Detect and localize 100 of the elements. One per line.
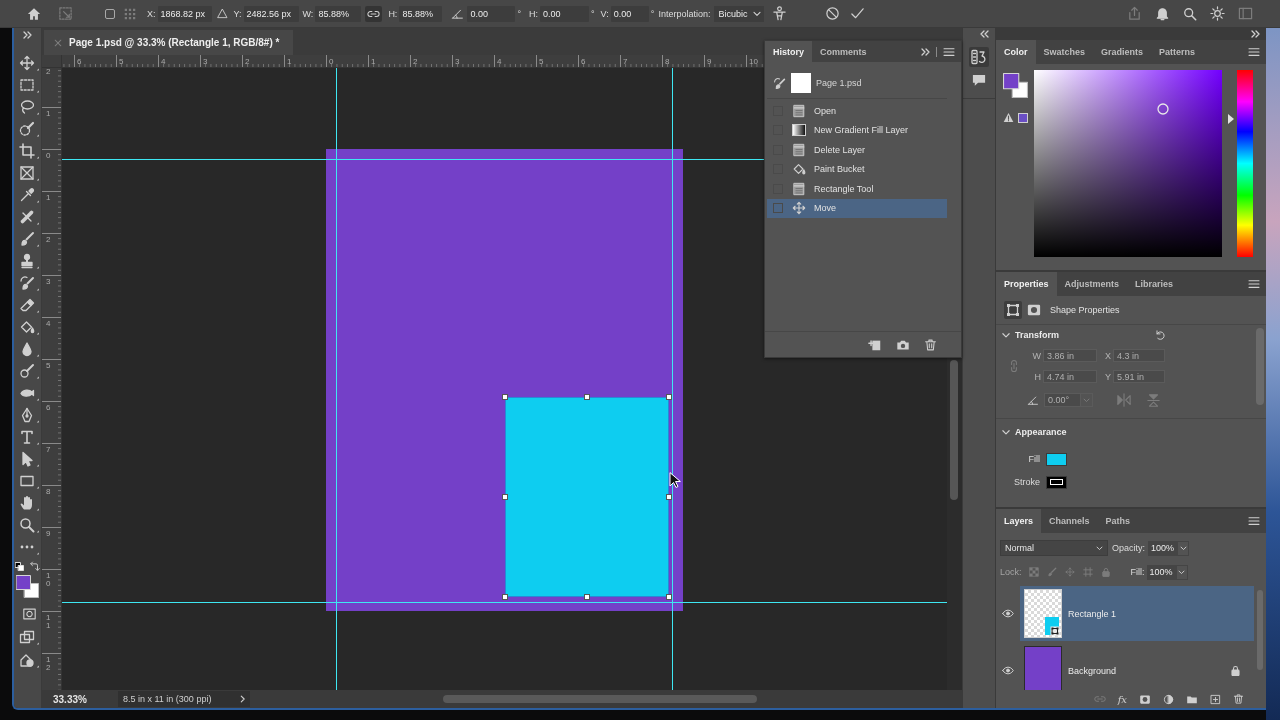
hue-slider[interactable] bbox=[1228, 70, 1253, 257]
layer-row[interactable]: Rectangle 1 bbox=[1020, 586, 1254, 641]
collapse-icon[interactable] bbox=[921, 47, 930, 56]
history-state[interactable]: New Gradient Fill Layer bbox=[767, 120, 947, 140]
eye-icon[interactable] bbox=[1002, 666, 1014, 675]
new-layer-icon[interactable] bbox=[1210, 693, 1221, 705]
drop-icon[interactable] bbox=[19, 341, 39, 357]
fill-field[interactable]: 100% bbox=[1146, 564, 1176, 580]
panel-tab[interactable]: Libraries bbox=[1127, 272, 1182, 296]
history-source-checkbox[interactable] bbox=[773, 203, 783, 214]
transform-handle[interactable] bbox=[666, 594, 672, 600]
transform-handle[interactable] bbox=[666, 394, 672, 400]
collapse-icon[interactable] bbox=[1251, 30, 1260, 38]
history-brush-icon[interactable] bbox=[19, 275, 39, 291]
lock-icon[interactable] bbox=[1230, 665, 1241, 676]
rectangular-marquee-icon[interactable] bbox=[19, 77, 39, 93]
layer-style-button[interactable]: fx bbox=[1117, 693, 1127, 705]
color-swatches-icon[interactable] bbox=[15, 575, 39, 598]
delta-icon[interactable] bbox=[216, 8, 228, 19]
eraser-icon[interactable] bbox=[19, 297, 39, 313]
reference-point-checkbox[interactable] bbox=[105, 8, 115, 19]
fill-color-swatch[interactable] bbox=[1046, 452, 1067, 466]
fill-dropdown[interactable] bbox=[1175, 564, 1188, 580]
home-icon[interactable] bbox=[27, 6, 41, 21]
trash-icon[interactable] bbox=[1233, 693, 1244, 705]
layer-row[interactable]: Background bbox=[1020, 643, 1254, 690]
reset-icon[interactable] bbox=[1154, 329, 1166, 341]
link-proportions-button[interactable] bbox=[365, 5, 383, 22]
transform-handle[interactable] bbox=[666, 494, 672, 500]
transform-handle[interactable] bbox=[502, 594, 508, 600]
dodge-icon[interactable] bbox=[19, 363, 39, 379]
interpolation-dropdown[interactable]: Bicubic bbox=[714, 5, 765, 22]
eyedropper-icon[interactable] bbox=[19, 187, 39, 203]
magnifier-icon[interactable] bbox=[19, 517, 39, 533]
web-color-swatch[interactable] bbox=[1018, 112, 1028, 123]
lasso-icon[interactable] bbox=[19, 99, 39, 115]
figure-icon[interactable] bbox=[772, 6, 788, 21]
comment-icon[interactable] bbox=[971, 73, 987, 88]
history-state[interactable]: Paint Bucket bbox=[767, 159, 947, 179]
transform-handle[interactable] bbox=[502, 394, 508, 400]
transform-handle[interactable] bbox=[584, 394, 590, 400]
snapshot-thumbnail[interactable] bbox=[791, 73, 811, 93]
history-state[interactable]: Move bbox=[767, 198, 947, 218]
bell-icon[interactable] bbox=[1155, 6, 1170, 21]
swap-colors-icon[interactable] bbox=[30, 561, 40, 571]
color-swatches-icon[interactable] bbox=[1003, 73, 1028, 98]
brush-icon[interactable] bbox=[19, 231, 39, 247]
collapse-icon[interactable] bbox=[980, 30, 989, 38]
menu-icon[interactable] bbox=[1248, 279, 1260, 289]
history-icon[interactable] bbox=[969, 47, 989, 67]
color-field[interactable] bbox=[1034, 70, 1222, 257]
panel-tab[interactable]: Patterns bbox=[1151, 40, 1204, 64]
hand-icon[interactable] bbox=[19, 495, 39, 511]
quick-selection-icon[interactable] bbox=[19, 121, 39, 137]
opacity-dropdown[interactable] bbox=[1177, 540, 1190, 556]
pen-icon[interactable] bbox=[19, 407, 39, 423]
menu-icon[interactable] bbox=[1248, 47, 1260, 57]
caret-down-icon[interactable] bbox=[1002, 428, 1010, 436]
angle-icon[interactable] bbox=[1027, 394, 1039, 406]
shape-properties-icon[interactable] bbox=[1004, 301, 1022, 319]
scrollbar-thumb[interactable] bbox=[443, 695, 757, 703]
adjustment-icon[interactable] bbox=[1163, 693, 1174, 705]
panel-tab[interactable]: Adjustments bbox=[1056, 272, 1128, 296]
scrollbar-thumb[interactable] bbox=[950, 360, 958, 500]
expand-toolbar-icon[interactable] bbox=[23, 31, 32, 39]
stroke-color-swatch[interactable] bbox=[1046, 475, 1067, 489]
angle-icon[interactable] bbox=[451, 7, 465, 20]
trash-icon[interactable] bbox=[924, 337, 937, 352]
eye-icon[interactable] bbox=[1002, 609, 1014, 618]
history-state[interactable]: Rectangle Tool bbox=[767, 179, 947, 199]
mask-icon[interactable] bbox=[1139, 693, 1151, 705]
blend-mode-dropdown[interactable]: Normal bbox=[1000, 540, 1108, 556]
width-field[interactable]: 85.88% bbox=[315, 5, 362, 22]
screen-mode-icon[interactable] bbox=[19, 628, 39, 645]
sun-icon[interactable] bbox=[1210, 6, 1225, 21]
document-tab[interactable]: Page 1.psd @ 33.3% (Rectangle 1, RGB/8#) * bbox=[44, 30, 294, 55]
history-state[interactable]: Open bbox=[767, 101, 947, 121]
transform-handle[interactable] bbox=[502, 494, 508, 500]
stamp-icon[interactable] bbox=[19, 253, 39, 269]
layer-thumbnail[interactable] bbox=[1024, 646, 1062, 690]
rectangle-icon[interactable] bbox=[19, 473, 39, 489]
panel-tab[interactable]: Properties bbox=[996, 272, 1057, 296]
vertical-skew-field[interactable]: 0.00 bbox=[610, 5, 649, 22]
frame-icon[interactable] bbox=[19, 165, 39, 181]
chevron-right-icon[interactable] bbox=[240, 695, 245, 703]
move-icon[interactable] bbox=[19, 55, 39, 71]
panel-tab[interactable]: Comments bbox=[812, 41, 875, 62]
type-icon[interactable] bbox=[19, 429, 39, 445]
menu-icon[interactable] bbox=[1248, 516, 1260, 526]
paint-bucket-icon[interactable] bbox=[19, 319, 39, 335]
panel-tab[interactable]: Paths bbox=[1097, 509, 1139, 533]
document-info-button[interactable]: 8.5 in x 11 in (300 ppi) bbox=[118, 691, 250, 707]
panel-tab[interactable]: Swatches bbox=[1035, 40, 1094, 64]
menu-icon[interactable] bbox=[943, 46, 955, 57]
transform-handle[interactable] bbox=[584, 594, 590, 600]
folder-icon[interactable] bbox=[1186, 693, 1198, 705]
height-field[interactable]: 85.88% bbox=[399, 5, 443, 22]
checkerboard-icon[interactable] bbox=[1028, 567, 1039, 577]
x-field[interactable]: 1868.82 px bbox=[157, 5, 212, 22]
panel-tab[interactable]: History bbox=[765, 41, 812, 62]
